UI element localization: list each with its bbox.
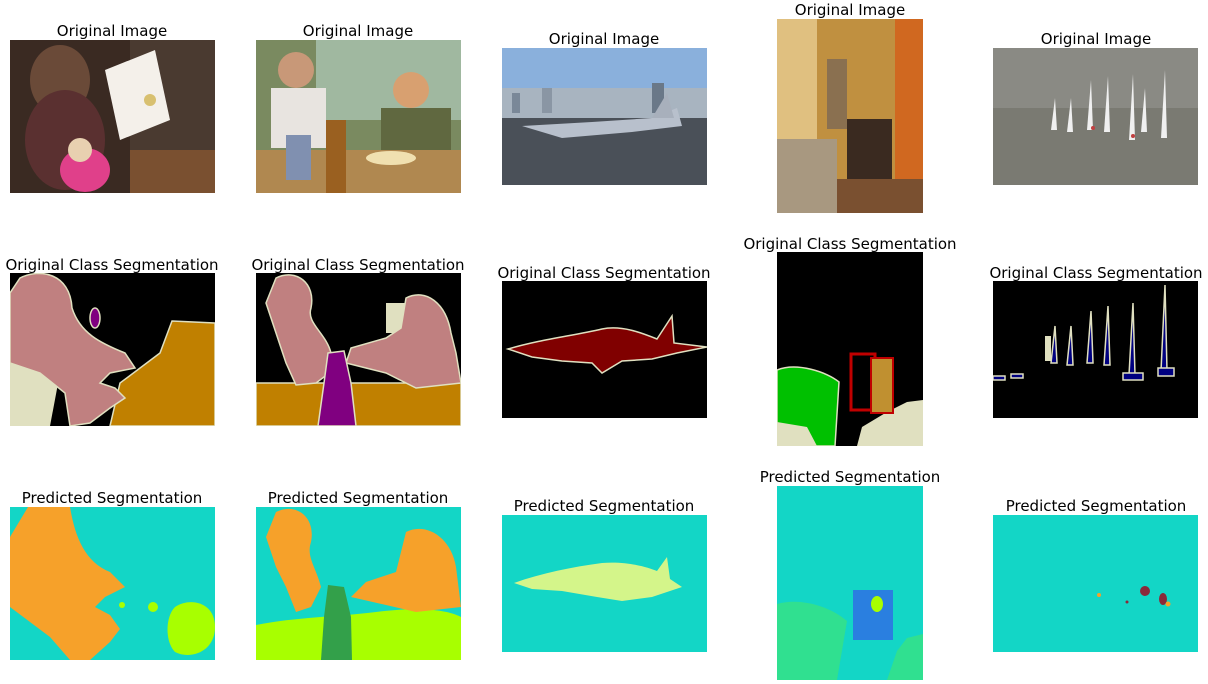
panel-title-r1c5: Original Image — [1040, 30, 1152, 48]
predicted-seg-1 — [10, 507, 215, 660]
class-seg-5 — [993, 281, 1198, 418]
original-image-3 — [502, 48, 707, 185]
original-image-5 — [993, 48, 1198, 185]
panel-title-r3c5: Predicted Segmentation — [1005, 497, 1187, 515]
panel-title-r3c2: Predicted Segmentation — [267, 489, 449, 507]
class-seg-4 — [777, 252, 923, 446]
original-image-2 — [256, 40, 461, 193]
predicted-seg-3 — [502, 515, 707, 652]
panel-title-r2c5: Original Class Segmentation — [989, 264, 1203, 282]
figure-grid: Original Image Original Image Original I… — [0, 0, 1208, 684]
panel-title-r2c3: Original Class Segmentation — [497, 264, 711, 282]
panel-title-r1c3: Original Image — [548, 30, 660, 48]
class-seg-3 — [502, 281, 707, 418]
panel-title-r1c1: Original Image — [56, 22, 168, 40]
panel-title-r3c1: Predicted Segmentation — [21, 489, 203, 507]
original-image-4 — [777, 19, 923, 213]
panel-title-r3c4: Predicted Segmentation — [759, 468, 941, 486]
class-seg-1 — [10, 273, 215, 426]
original-image-1 — [10, 40, 215, 193]
panel-title-r3c3: Predicted Segmentation — [513, 497, 695, 515]
predicted-seg-5 — [993, 515, 1198, 652]
class-seg-2 — [256, 273, 461, 426]
panel-title-r1c4: Original Image — [794, 1, 906, 19]
predicted-seg-2 — [256, 507, 461, 660]
panel-title-r2c1: Original Class Segmentation — [5, 256, 219, 274]
panel-title-r1c2: Original Image — [302, 22, 414, 40]
predicted-seg-4 — [777, 486, 923, 680]
panel-title-r2c4: Original Class Segmentation — [743, 235, 957, 253]
panel-title-r2c2: Original Class Segmentation — [251, 256, 465, 274]
